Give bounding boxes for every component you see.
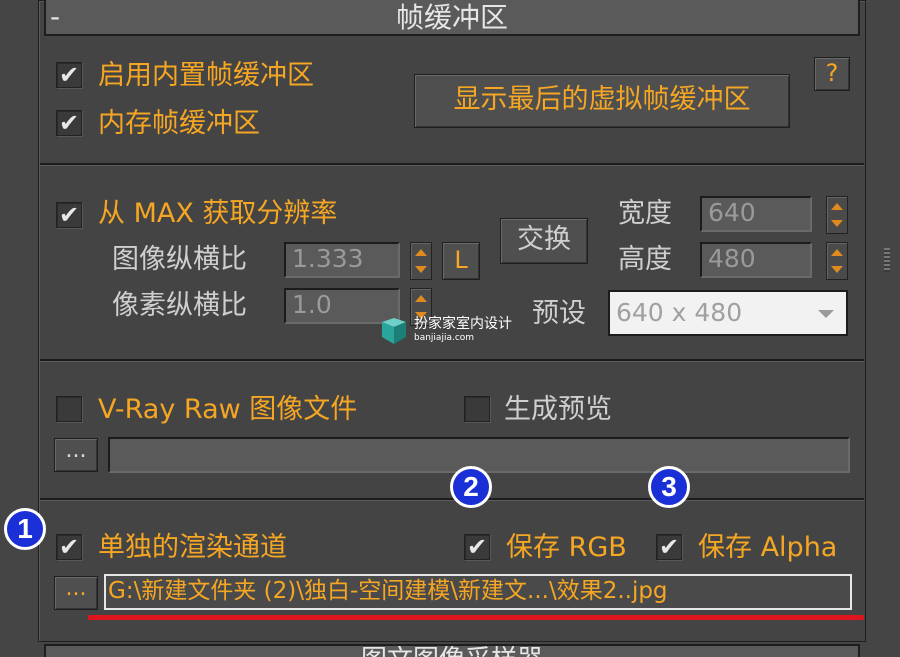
channels-file-path-field[interactable]: G:\新建文件夹 (2)\独白-空间建模\新建文...\效果2..jpg	[104, 574, 852, 610]
preset-dropdown[interactable]: 640 x 480	[608, 290, 848, 336]
enable-builtin-framebuffer-label: 启用内置帧缓冲区	[98, 60, 314, 91]
vray-raw-checkbox[interactable]	[56, 396, 82, 422]
memory-framebuffer-checkbox[interactable]: ✔	[56, 110, 82, 136]
annotation-marker-3: 3	[648, 466, 690, 508]
image-aspect-label: 图像纵横比	[112, 244, 247, 275]
annotation-marker-1: 1	[4, 508, 46, 550]
watermark-name: 扮家家室内设计	[414, 316, 512, 332]
generate-preview-label: 生成预览	[504, 394, 612, 425]
save-alpha-label: 保存 Alpha	[698, 532, 838, 563]
height-spinner[interactable]	[826, 242, 848, 280]
spinner-down-icon[interactable]	[831, 266, 843, 273]
separate-render-channels-label: 单独的渲染通道	[98, 532, 287, 563]
spinner-down-icon[interactable]	[831, 220, 843, 227]
swap-button[interactable]: 交换	[500, 218, 588, 264]
scrollbar-grip[interactable]	[884, 248, 890, 272]
watermark-logo-icon	[382, 318, 406, 344]
generate-preview-checkbox[interactable]	[464, 396, 490, 422]
preset-label: 预设	[532, 298, 586, 329]
image-aspect-field[interactable]: 1.333	[284, 242, 400, 278]
get-resolution-from-max-label: 从 MAX 获取分辨率	[98, 198, 338, 229]
raw-browse-button[interactable]: ...	[54, 438, 98, 472]
preset-value: 640 x 480	[616, 298, 743, 327]
show-last-vfb-button[interactable]: 显示最后的虚拟帧缓冲区	[414, 74, 790, 128]
section-divider	[40, 498, 864, 501]
image-aspect-spinner[interactable]	[410, 242, 432, 280]
spinner-up-icon[interactable]	[415, 249, 427, 256]
height-field[interactable]: 480	[700, 242, 812, 278]
get-resolution-from-max-checkbox[interactable]: ✔	[56, 202, 82, 228]
lock-aspect-button[interactable]: L	[442, 242, 480, 280]
enable-builtin-framebuffer-checkbox[interactable]: ✔	[56, 62, 82, 88]
section-divider	[40, 163, 864, 166]
watermark-logo-svg	[382, 318, 406, 344]
pixel-aspect-label: 像素纵横比	[112, 290, 247, 321]
help-button[interactable]: ?	[814, 57, 850, 91]
memory-framebuffer-label: 内存帧缓冲区	[98, 108, 260, 139]
chevron-down-icon[interactable]	[818, 310, 834, 318]
section-divider	[40, 359, 864, 362]
vray-raw-label: V-Ray Raw 图像文件	[98, 394, 358, 425]
spinner-down-icon[interactable]	[415, 266, 427, 273]
red-underline-annotation	[88, 615, 864, 620]
watermark-url: banjiajia.com	[414, 333, 475, 343]
width-spinner[interactable]	[826, 196, 848, 234]
separate-render-channels-checkbox[interactable]: ✔	[56, 534, 82, 560]
save-rgb-checkbox[interactable]: ✔	[464, 534, 490, 560]
spinner-up-icon[interactable]	[415, 295, 427, 302]
rollout-title: 帧缓冲区	[395, 1, 508, 34]
annotation-marker-2: 2	[450, 466, 492, 508]
spinner-up-icon[interactable]	[831, 203, 843, 210]
save-alpha-checkbox[interactable]: ✔	[656, 534, 682, 560]
width-field[interactable]: 640	[700, 196, 812, 232]
spinner-up-icon[interactable]	[831, 249, 843, 256]
channels-browse-button[interactable]: ...	[54, 576, 98, 610]
width-label: 宽度	[618, 198, 672, 229]
next-rollout-header[interactable]: 图文图像采样器	[44, 644, 860, 657]
next-rollout-title: 图文图像采样器	[46, 646, 858, 657]
height-label: 高度	[618, 244, 672, 275]
save-rgb-label: 保存 RGB	[506, 532, 627, 563]
